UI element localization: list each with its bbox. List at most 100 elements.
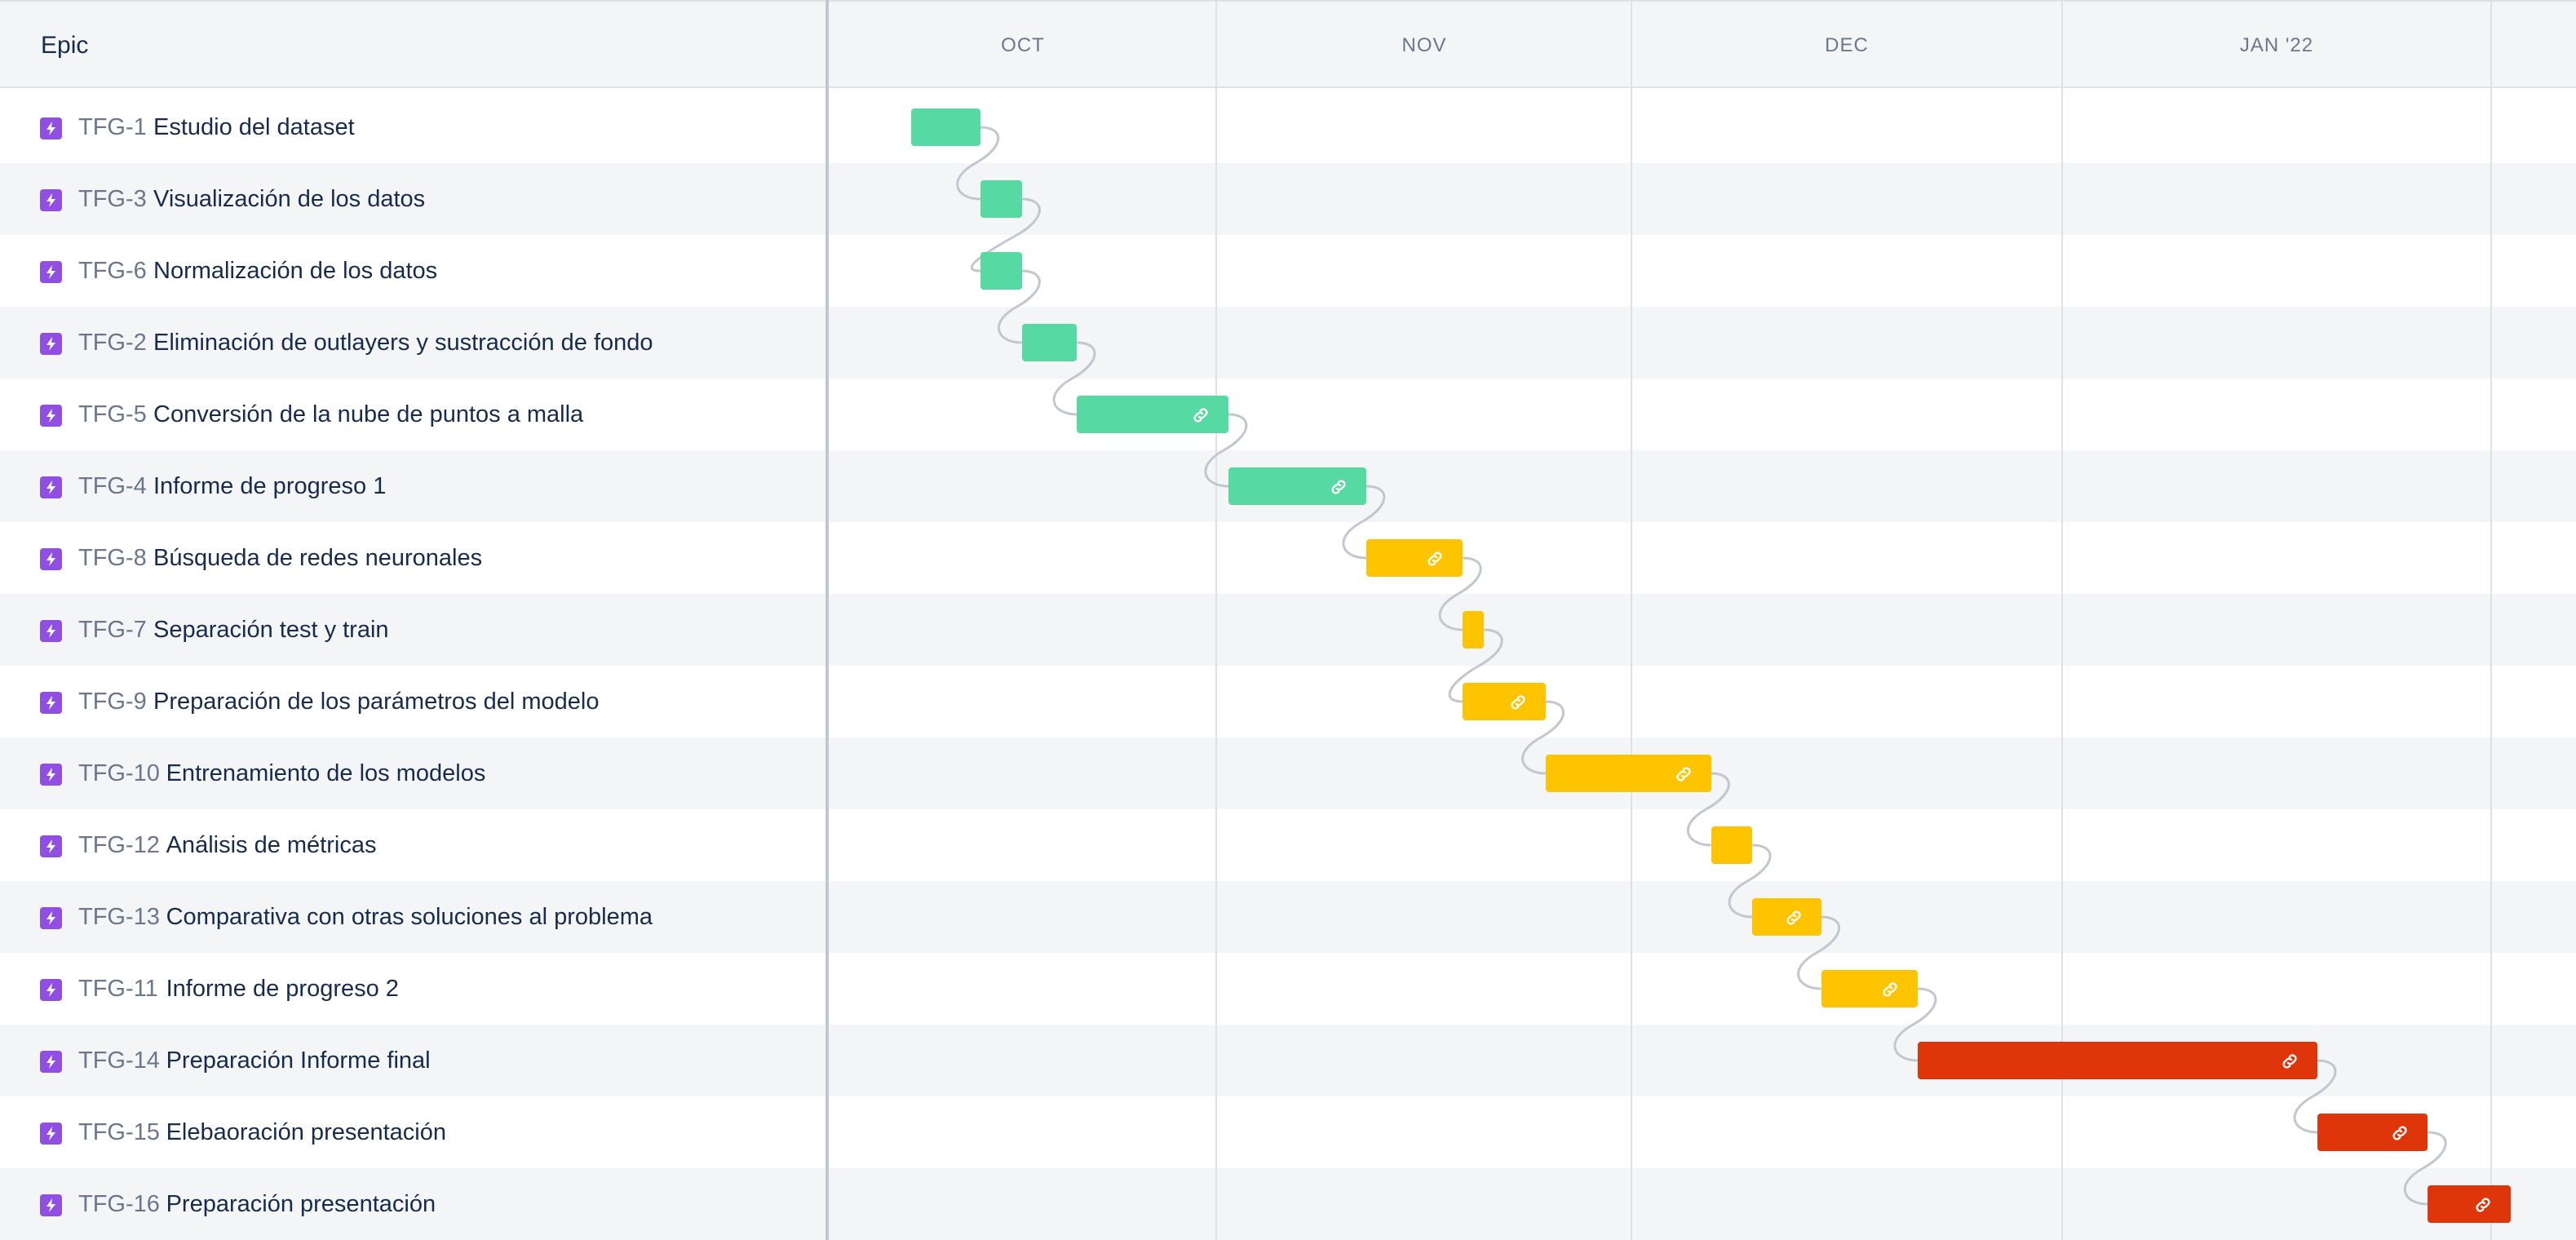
epic-timeline-bar[interactable] <box>980 180 1022 218</box>
epic-title[interactable]: Separación test y train <box>153 594 389 666</box>
epic-row-label[interactable]: TFG-6 Normalización de los datos <box>0 235 825 307</box>
epic-title[interactable]: Preparación presentación <box>166 1168 436 1240</box>
epic-key[interactable]: TFG-15 <box>78 1096 160 1168</box>
link-icon[interactable] <box>1425 549 1445 569</box>
epic-row-label[interactable]: TFG-16 Preparación presentación <box>0 1168 825 1240</box>
epic-key[interactable]: TFG-2 <box>78 307 147 379</box>
epic-key[interactable]: TFG-4 <box>78 450 147 522</box>
epic-row[interactable]: TFG-7 Separación test y train <box>0 594 2576 666</box>
link-icon[interactable] <box>2390 1123 2410 1143</box>
epic-title[interactable]: Estudio del dataset <box>153 91 355 163</box>
epic-row-label[interactable]: TFG-5 Conversión de la nube de puntos a m… <box>0 379 825 450</box>
epic-key[interactable]: TFG-14 <box>78 1025 160 1096</box>
epic-title[interactable]: Informe de progreso 1 <box>153 450 386 522</box>
epic-timeline-bar[interactable] <box>980 252 1022 290</box>
epic-key[interactable]: TFG-13 <box>78 881 160 953</box>
epic-row-label[interactable]: TFG-15 Elebaoración presentación <box>0 1096 825 1168</box>
epic-row[interactable]: TFG-9 Preparación de los parámetros del m… <box>0 666 2576 737</box>
epic-row[interactable]: TFG-8 Búsqueda de redes neuronales <box>0 522 2576 594</box>
epic-row[interactable]: TFG-6 Normalización de los datos <box>0 235 2576 307</box>
epic-timeline-bar[interactable] <box>1463 683 1546 720</box>
link-icon[interactable] <box>1784 908 1804 928</box>
epic-row-label[interactable]: TFG-9 Preparación de los parámetros del m… <box>0 666 825 737</box>
epic-lightning-icon <box>40 1194 62 1216</box>
epic-row[interactable]: TFG-3 Visualización de los datos <box>0 163 2576 235</box>
epic-title[interactable]: Conversión de la nube de puntos a malla <box>153 379 583 450</box>
epic-row[interactable]: TFG-11 Informe de progreso 2 <box>0 953 2576 1025</box>
month-gridline <box>1215 0 1217 1240</box>
epic-key[interactable]: TFG-3 <box>78 163 147 235</box>
epic-row-label[interactable]: TFG-12 Análisis de métricas <box>0 809 825 881</box>
epic-row[interactable]: TFG-12 Análisis de métricas <box>0 809 2576 881</box>
epic-key[interactable]: TFG-6 <box>78 235 147 307</box>
epic-title[interactable]: Búsqueda de redes neuronales <box>153 522 482 594</box>
epic-row-label[interactable]: TFG-13 Comparativa con otras soluciones a… <box>0 881 825 953</box>
epic-title[interactable]: Preparación Informe final <box>166 1025 431 1096</box>
epic-lightning-icon <box>40 548 62 570</box>
epic-key[interactable]: TFG-5 <box>78 379 147 450</box>
epic-title[interactable]: Eliminación de outlayers y sustracción d… <box>153 307 653 379</box>
epic-row[interactable]: TFG-1 Estudio del dataset <box>0 91 2576 163</box>
epic-timeline-bar[interactable] <box>1545 755 1711 792</box>
epic-title[interactable]: Normalización de los datos <box>153 235 437 307</box>
month-gridline <box>1631 0 1632 1240</box>
link-icon[interactable] <box>1329 477 1348 497</box>
epic-row[interactable]: TFG-16 Preparación presentación <box>0 1168 2576 1240</box>
epic-row[interactable]: TFG-15 Elebaoración presentación <box>0 1096 2576 1168</box>
epic-timeline-bar[interactable] <box>1711 826 1753 864</box>
month-label-nov: NOV <box>1401 34 1447 56</box>
epic-title[interactable]: Visualización de los datos <box>153 163 425 235</box>
epic-key[interactable]: TFG-8 <box>78 522 147 594</box>
epic-timeline-bar[interactable] <box>1228 467 1367 505</box>
link-icon[interactable] <box>1508 693 1528 712</box>
panel-divider[interactable] <box>825 0 829 1240</box>
epic-timeline-bar[interactable] <box>1752 898 1821 936</box>
epic-title[interactable]: Comparativa con otras soluciones al prob… <box>166 881 653 953</box>
epic-timeline-bar[interactable] <box>1366 539 1463 577</box>
epic-timeline-bar[interactable] <box>1021 324 1078 361</box>
epic-title[interactable]: Informe de progreso 2 <box>166 953 399 1025</box>
epic-key[interactable]: TFG-16 <box>78 1168 160 1240</box>
epic-row-label[interactable]: TFG-3 Visualización de los datos <box>0 163 825 235</box>
epic-row[interactable]: TFG-13 Comparativa con otras soluciones a… <box>0 881 2576 953</box>
epic-lightning-icon <box>40 907 62 929</box>
epic-timeline-bar[interactable] <box>2428 1185 2511 1223</box>
link-icon[interactable] <box>1880 980 1900 999</box>
epic-row-label[interactable]: TFG-7 Separación test y train <box>0 594 825 666</box>
epic-lightning-icon <box>40 189 62 211</box>
link-icon[interactable] <box>1191 405 1211 425</box>
epic-title[interactable]: Análisis de métricas <box>166 809 377 881</box>
epic-timeline-bar[interactable] <box>1463 611 1485 649</box>
epic-key[interactable]: TFG-11 <box>78 953 158 1025</box>
epic-key[interactable]: TFG-1 <box>78 91 147 163</box>
link-icon[interactable] <box>1674 764 1693 784</box>
epic-row-label[interactable]: TFG-14 Preparación Informe final <box>0 1025 825 1096</box>
epic-key[interactable]: TFG-9 <box>78 666 147 737</box>
epic-timeline-bar[interactable] <box>911 108 980 146</box>
link-icon[interactable] <box>2473 1195 2493 1215</box>
epic-row-label[interactable]: TFG-1 Estudio del dataset <box>0 91 825 163</box>
epic-timeline-bar[interactable] <box>1918 1042 2318 1079</box>
epic-title[interactable]: Elebaoración presentación <box>166 1096 446 1168</box>
link-icon[interactable] <box>2280 1052 2299 1071</box>
epic-lightning-icon <box>40 261 62 283</box>
epic-row-label[interactable]: TFG-8 Búsqueda de redes neuronales <box>0 522 825 594</box>
epic-key[interactable]: TFG-10 <box>78 737 160 809</box>
epic-timeline-bar[interactable] <box>2317 1114 2428 1151</box>
epic-row-label[interactable]: TFG-11 Informe de progreso 2 <box>0 953 825 1025</box>
epic-key[interactable]: TFG-7 <box>78 594 147 666</box>
epic-row[interactable]: TFG-10 Entrenamiento de los modelos <box>0 737 2576 809</box>
epic-row[interactable]: TFG-2 Eliminación de outlayers y sustracc… <box>0 307 2576 379</box>
epic-row-label[interactable]: TFG-4 Informe de progreso 1 <box>0 450 825 522</box>
epic-row-label[interactable]: TFG-2 Eliminación de outlayers y sustracc… <box>0 307 825 379</box>
epic-lightning-icon <box>40 1123 62 1145</box>
epic-title[interactable]: Entrenamiento de los modelos <box>166 737 486 809</box>
epic-timeline-bar[interactable] <box>1077 396 1229 433</box>
epic-lightning-icon <box>40 117 62 140</box>
epic-row[interactable]: TFG-5 Conversión de la nube de puntos a m… <box>0 379 2576 450</box>
epic-timeline-bar[interactable] <box>1821 970 1919 1008</box>
epic-lightning-icon <box>40 764 62 786</box>
epic-row-label[interactable]: TFG-10 Entrenamiento de los modelos <box>0 737 825 809</box>
epic-title[interactable]: Preparación de los parámetros del modelo <box>153 666 599 737</box>
epic-key[interactable]: TFG-12 <box>78 809 160 881</box>
